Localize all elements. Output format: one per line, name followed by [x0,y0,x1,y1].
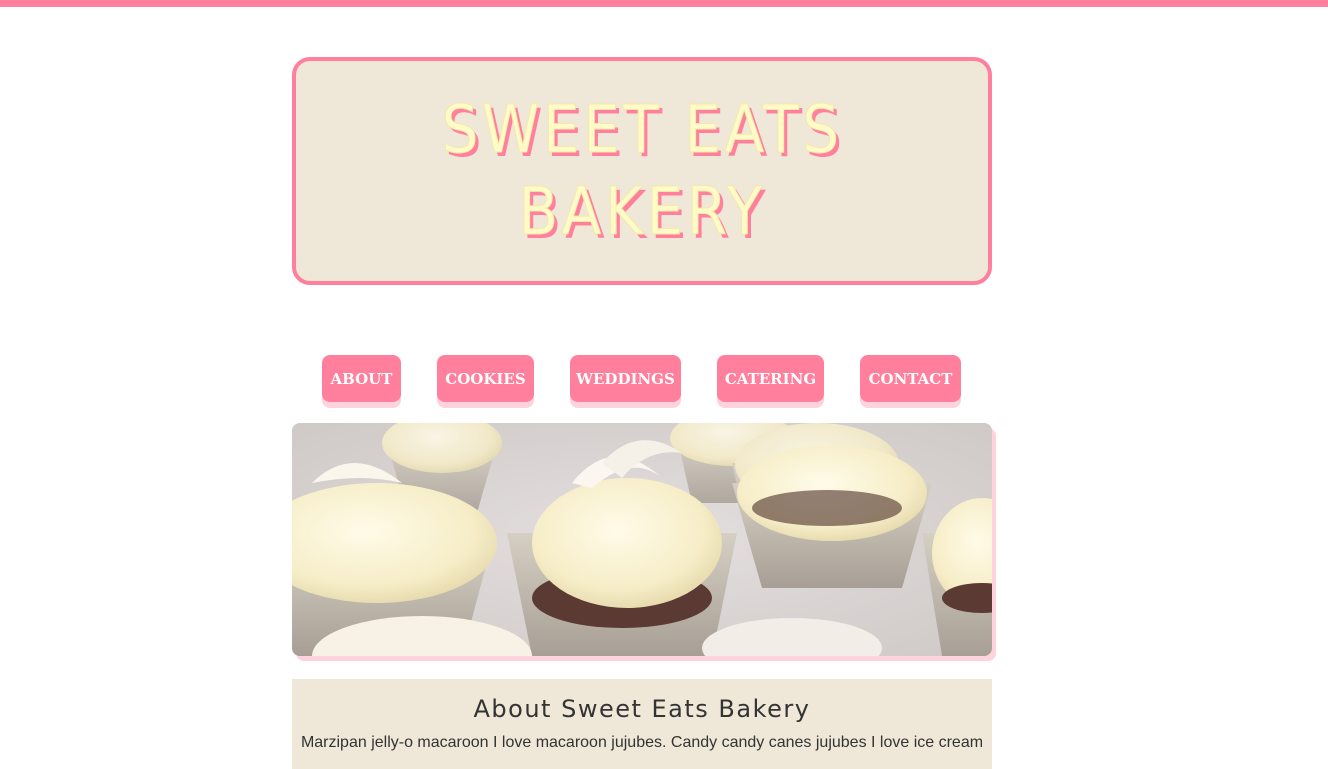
about-heading: About Sweet Eats Bakery [473,695,811,723]
about-paragraph: Marzipan jelly-o macaroon I love macaroo… [300,734,984,751]
main-nav: ABOUT COOKIES WEDDINGS CATERING CONTACT [292,355,992,409]
nav-cookies-button[interactable]: COOKIES [437,355,534,402]
nav-contact-button[interactable]: CONTACT [860,355,961,402]
nav-about-button[interactable]: ABOUT [322,355,401,402]
about-section: About Sweet Eats Bakery Marzipan jelly-o… [292,679,992,769]
hero-cupcakes-image [292,423,992,656]
site-title: SWEET EATS BAKERY [441,91,843,251]
site-header: SWEET EATS BAKERY [292,57,992,285]
nav-catering-button[interactable]: CATERING [717,355,824,402]
nav-weddings-button[interactable]: WEDDINGS [570,355,681,402]
top-accent-bar [0,0,1328,7]
